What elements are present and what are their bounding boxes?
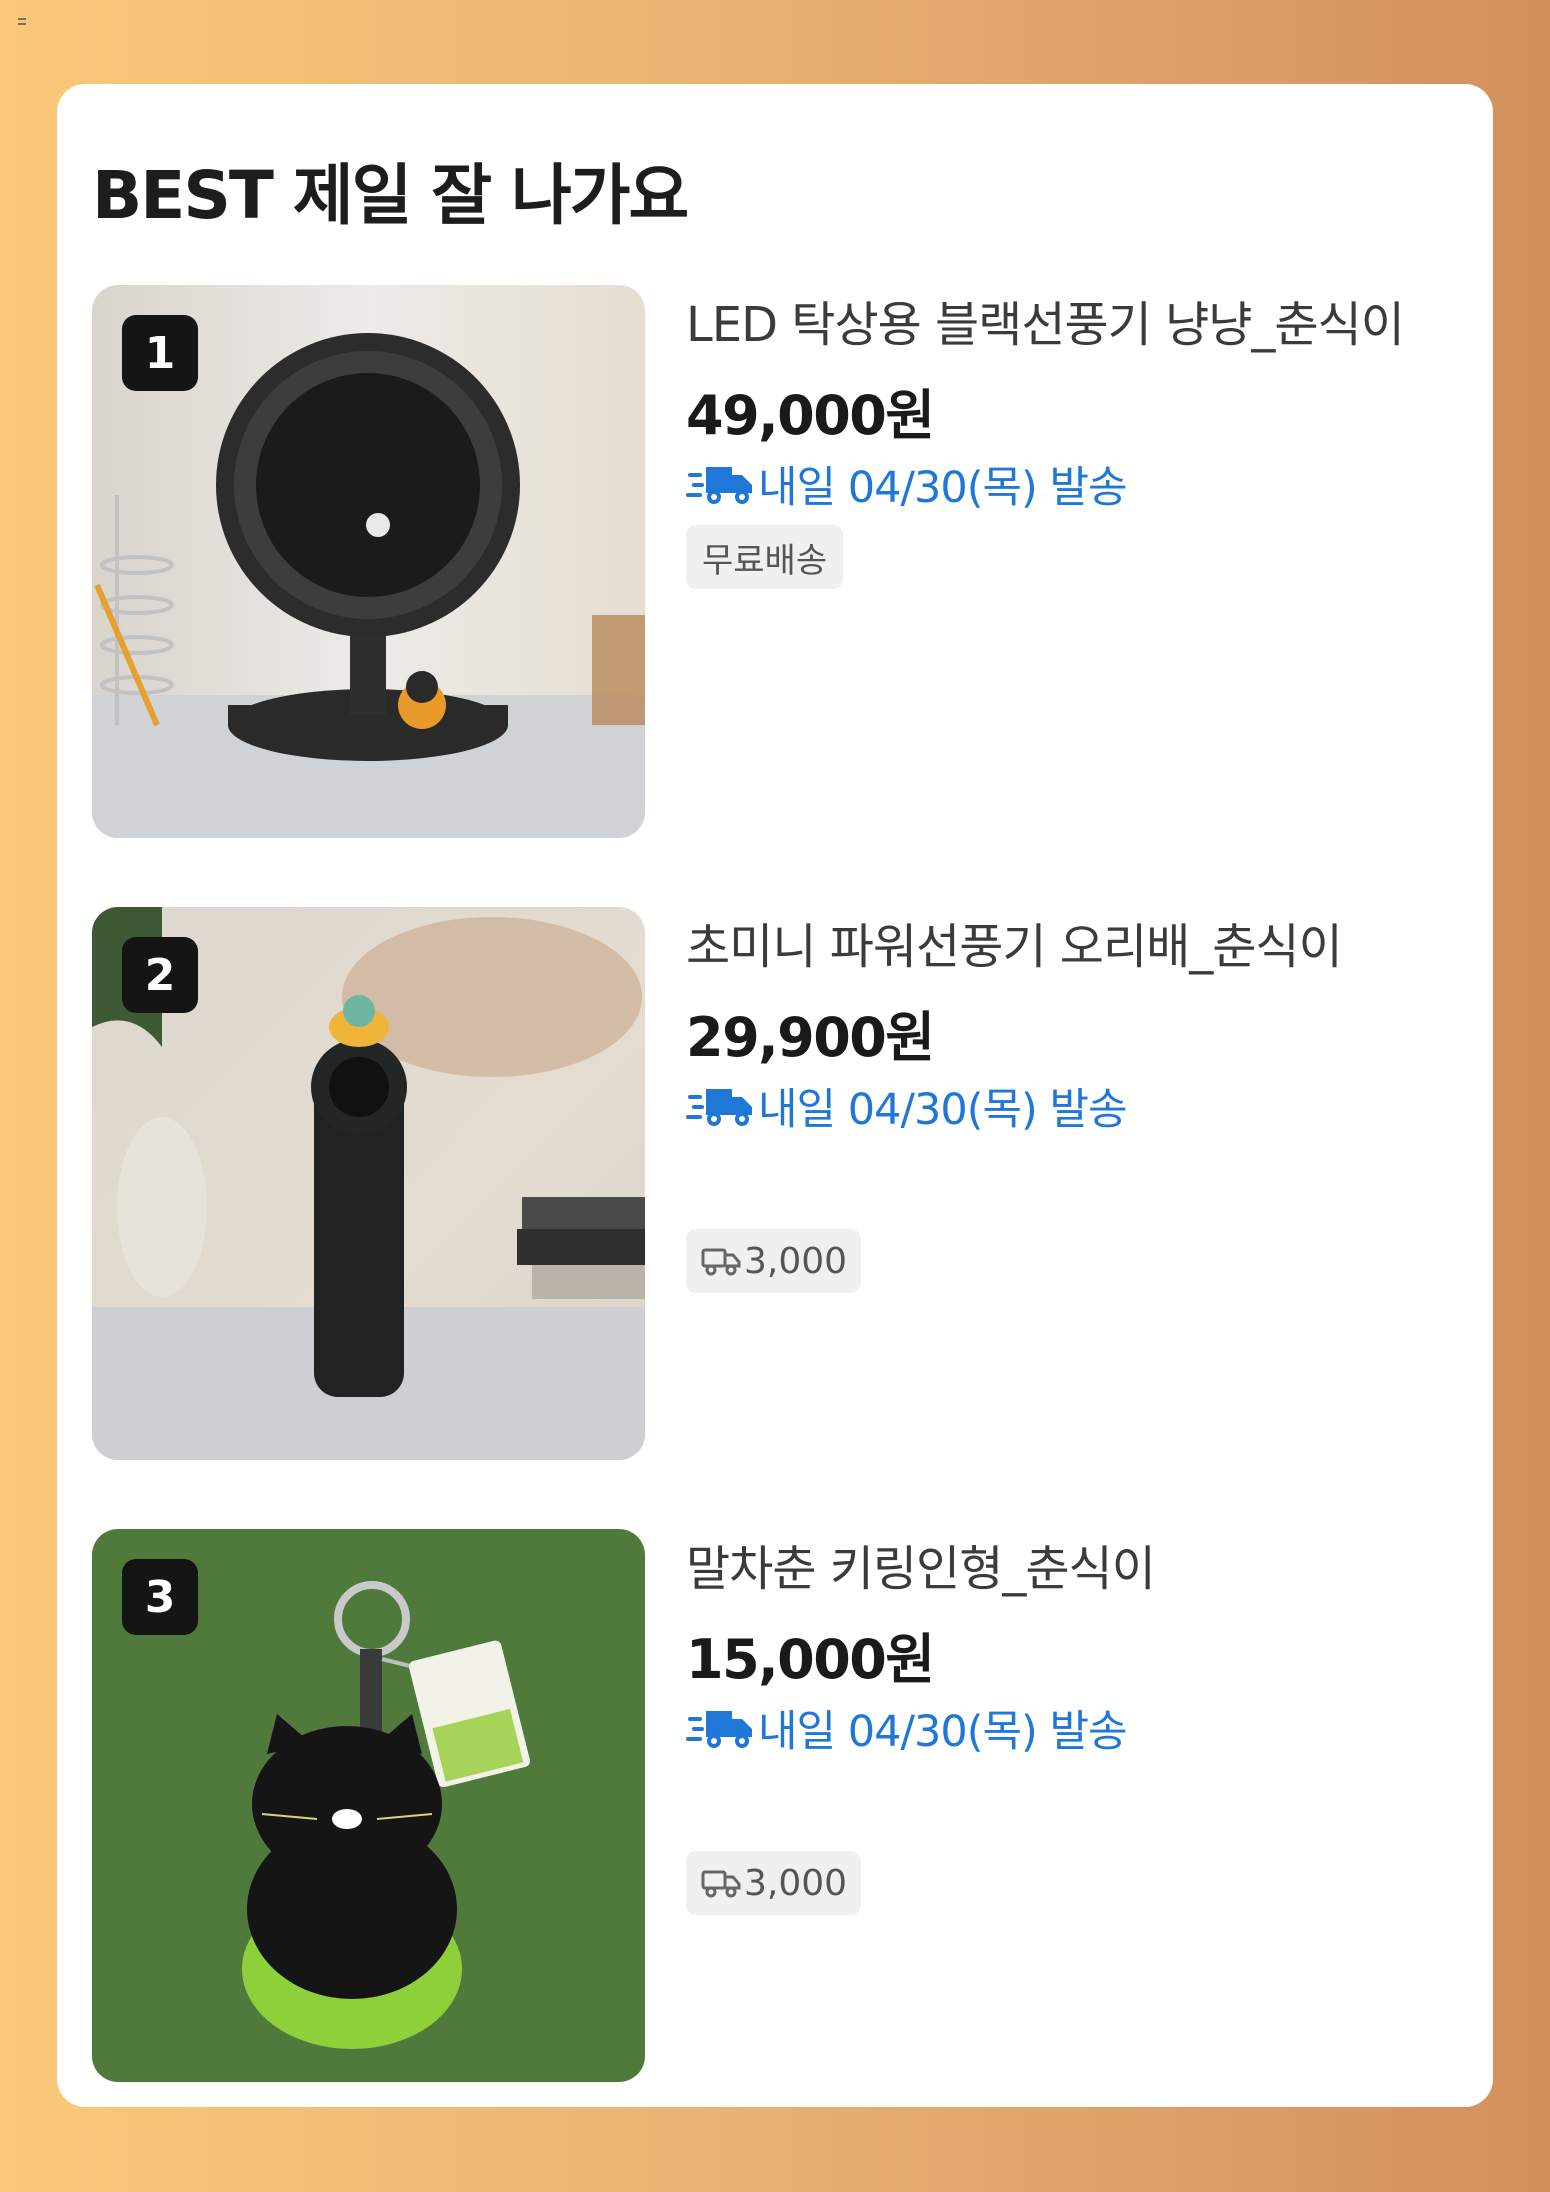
- menu-glyph-icon: [18, 18, 26, 25]
- product-name[interactable]: 초미니 파워선풍기 오리배_춘식이: [686, 907, 1343, 977]
- product-item-3[interactable]: 3 말차춘 키링인형_춘식이 15,000원 내일 04/30(목) 발송 3,…: [92, 1529, 1492, 2082]
- delivery-fee: 3,000: [744, 1862, 848, 1904]
- product-thumbnail[interactable]: 3: [92, 1529, 645, 2082]
- product-name[interactable]: LED 탁상용 블랙선풍기 냥냥_춘식이: [686, 285, 1405, 355]
- shipping-date: 내일 04/30(목) 발송: [758, 463, 1128, 513]
- section-title: BEST 제일 잘 나가요: [92, 157, 689, 234]
- product-price: 15,000원: [686, 1628, 935, 1691]
- rank-badge: 1: [122, 315, 198, 391]
- fast-truck-icon: [686, 1089, 752, 1126]
- product-thumbnail[interactable]: 2: [92, 907, 645, 1460]
- truck-outline-icon: [701, 1248, 741, 1276]
- delivery-fee-tag: 3,000: [686, 1851, 862, 1915]
- fast-truck-icon: [686, 467, 752, 504]
- rank-badge: 2: [122, 937, 198, 1013]
- fast-truck-icon: [686, 1711, 752, 1748]
- shipping-info: 내일 04/30(목) 발송: [686, 1697, 1128, 1759]
- product-name[interactable]: 말차춘 키링인형_춘식이: [686, 1529, 1156, 1599]
- product-item-1[interactable]: 1 LED 탁상용 블랙선풍기 냥냥_춘식이 49,000원 내일 04/30(…: [92, 285, 1492, 838]
- delivery-fee-tag: 3,000: [686, 1229, 862, 1293]
- best-products-card: BEST 제일 잘 나가요 1 LED 탁상용 블랙선풍기 냥냥_춘식이 49,…: [57, 84, 1493, 2107]
- shipping-info: 내일 04/30(목) 발송: [686, 1075, 1128, 1137]
- truck-outline-icon: [701, 1870, 741, 1898]
- product-thumbnail[interactable]: 1: [92, 285, 645, 838]
- free-shipping-tag: 무료배송: [686, 525, 844, 589]
- delivery-fee: 3,000: [744, 1240, 848, 1282]
- product-price: 29,900원: [686, 1006, 935, 1069]
- shipping-date: 내일 04/30(목) 발송: [758, 1085, 1128, 1135]
- product-item-2[interactable]: 2 초미니 파워선풍기 오리배_춘식이 29,900원 내일 04/30(목) …: [92, 907, 1492, 1460]
- shipping-info: 내일 04/30(목) 발송: [686, 453, 1128, 515]
- product-price: 49,000원: [686, 384, 935, 447]
- shipping-date: 내일 04/30(목) 발송: [758, 1707, 1128, 1757]
- rank-badge: 3: [122, 1559, 198, 1635]
